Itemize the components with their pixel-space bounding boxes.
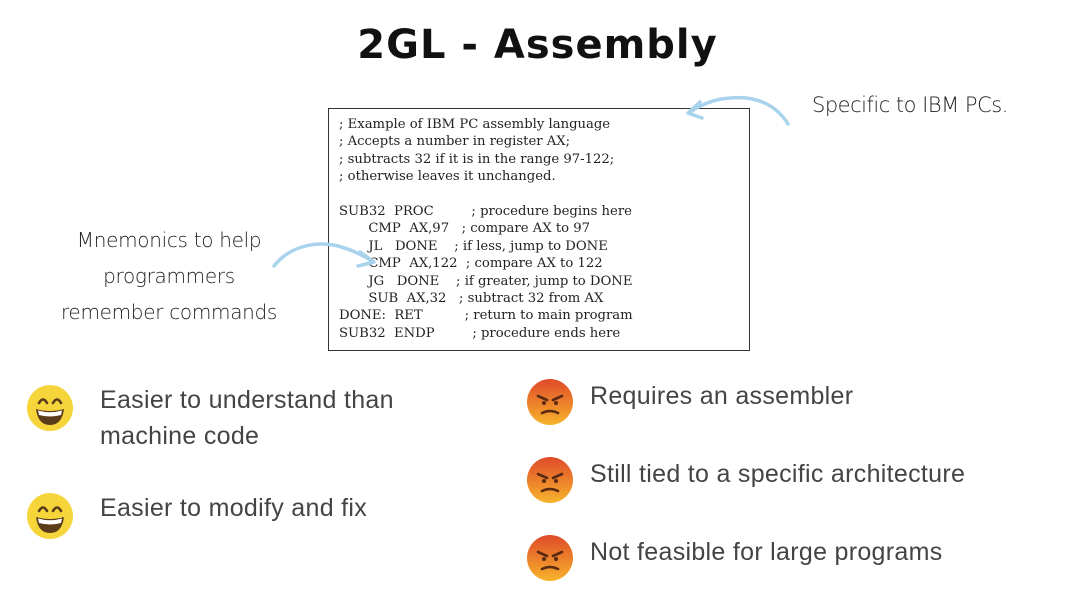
code-line: ; subtracts 32 if it is in the range 97-… bbox=[339, 151, 615, 167]
code-line: DONE: RET ; return to main program bbox=[339, 308, 633, 324]
annotation-line: remember commands bbox=[60, 300, 278, 324]
arrow-right-icon bbox=[686, 95, 790, 126]
annotation-line: programmers bbox=[103, 264, 235, 288]
annotation-ibm: Specific to IBM PCs. bbox=[812, 93, 1008, 117]
annotation-line: Mnemonics to help bbox=[76, 228, 262, 252]
code-line: ; Accepts a number in register AX; bbox=[339, 134, 571, 150]
pro-text-line: machine code bbox=[100, 422, 260, 450]
pro-text: Easier to modify and fix bbox=[100, 490, 367, 526]
con-item: Not feasible for large programs bbox=[526, 534, 943, 582]
grinning-face-icon bbox=[27, 493, 73, 539]
code-line: JG DONE ; if greater, jump to DONE bbox=[339, 273, 633, 289]
pro-item: Easier to modify and fix bbox=[26, 490, 367, 540]
grinning-face-icon bbox=[27, 385, 73, 431]
code-line: CMP AX,122 ; compare AX to 122 bbox=[339, 256, 603, 272]
con-item: Requires an assembler bbox=[526, 378, 853, 426]
code-line: SUB AX,32 ; subtract 32 from AX bbox=[339, 290, 604, 306]
pro-text: Easier to understand than machine code bbox=[100, 382, 394, 454]
slide-title: 2GL - Assembly bbox=[357, 22, 718, 68]
pro-text-line: Easier to understand than bbox=[100, 386, 394, 414]
pro-item: Easier to understand than machine code bbox=[26, 382, 394, 454]
code-line: ; otherwise leaves it unchanged. bbox=[339, 169, 556, 185]
con-item: Still tied to a specific architecture bbox=[526, 456, 965, 504]
code-line: CMP AX,97 ; compare AX to 97 bbox=[339, 221, 591, 237]
angry-face-icon bbox=[527, 457, 573, 503]
code-line: SUB32 PROC ; procedure begins here bbox=[339, 203, 632, 219]
con-text: Not feasible for large programs bbox=[590, 538, 943, 566]
code-line: JL DONE ; if less, jump to DONE bbox=[339, 238, 608, 254]
annotation-mnemonics: Mnemonics to help programmers remember c… bbox=[52, 222, 286, 330]
pro-text-line: Easier to modify and fix bbox=[100, 494, 368, 522]
angry-face-icon bbox=[527, 379, 573, 425]
code-listing: ; Example of IBM PC assembly language ; … bbox=[328, 108, 750, 351]
arrow-left-icon bbox=[272, 242, 376, 268]
code-line: SUB32 ENDP ; procedure ends here bbox=[339, 325, 621, 341]
angry-face-icon bbox=[527, 535, 573, 581]
con-text: Requires an assembler bbox=[590, 382, 854, 410]
con-text: Still tied to a specific architecture bbox=[590, 460, 966, 488]
